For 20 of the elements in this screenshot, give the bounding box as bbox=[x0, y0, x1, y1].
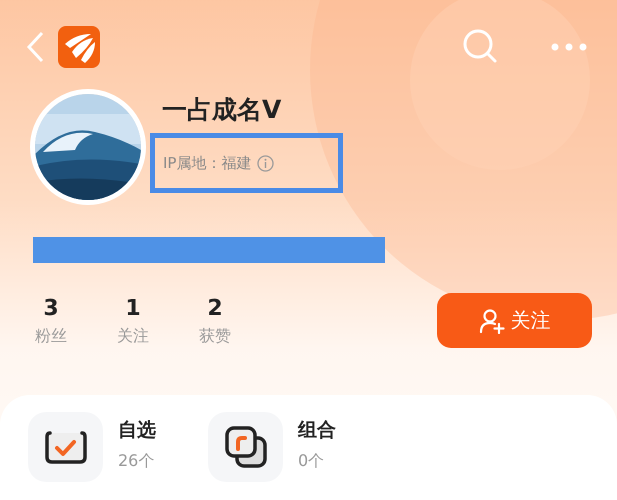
collection-count: 0个 bbox=[298, 450, 326, 472]
stat-label: 关注 bbox=[117, 324, 149, 346]
user-name: 一占成名V bbox=[162, 94, 282, 126]
collection-count: 26个 bbox=[118, 450, 156, 472]
stat-value: 1 bbox=[125, 294, 141, 322]
icon-tile[interactable] bbox=[28, 412, 103, 482]
info-icon[interactable] bbox=[257, 154, 274, 172]
collection-title[interactable]: 自选 bbox=[118, 414, 156, 446]
collection-title[interactable]: 组合 bbox=[298, 414, 336, 446]
ip-location: IP属地：福建 bbox=[163, 154, 252, 172]
stat-label: 粉丝 bbox=[35, 324, 67, 346]
back-icon[interactable] bbox=[26, 31, 46, 63]
add-user-icon bbox=[478, 308, 504, 334]
stat-value: 3 bbox=[43, 294, 59, 322]
stat-value: 2 bbox=[207, 294, 223, 322]
checkbox-icon bbox=[44, 429, 88, 465]
app-logo-icon bbox=[58, 26, 100, 68]
icon-tile[interactable] bbox=[208, 412, 283, 482]
stat-label: 获赞 bbox=[199, 324, 231, 346]
stacked-squares-icon bbox=[224, 425, 268, 469]
